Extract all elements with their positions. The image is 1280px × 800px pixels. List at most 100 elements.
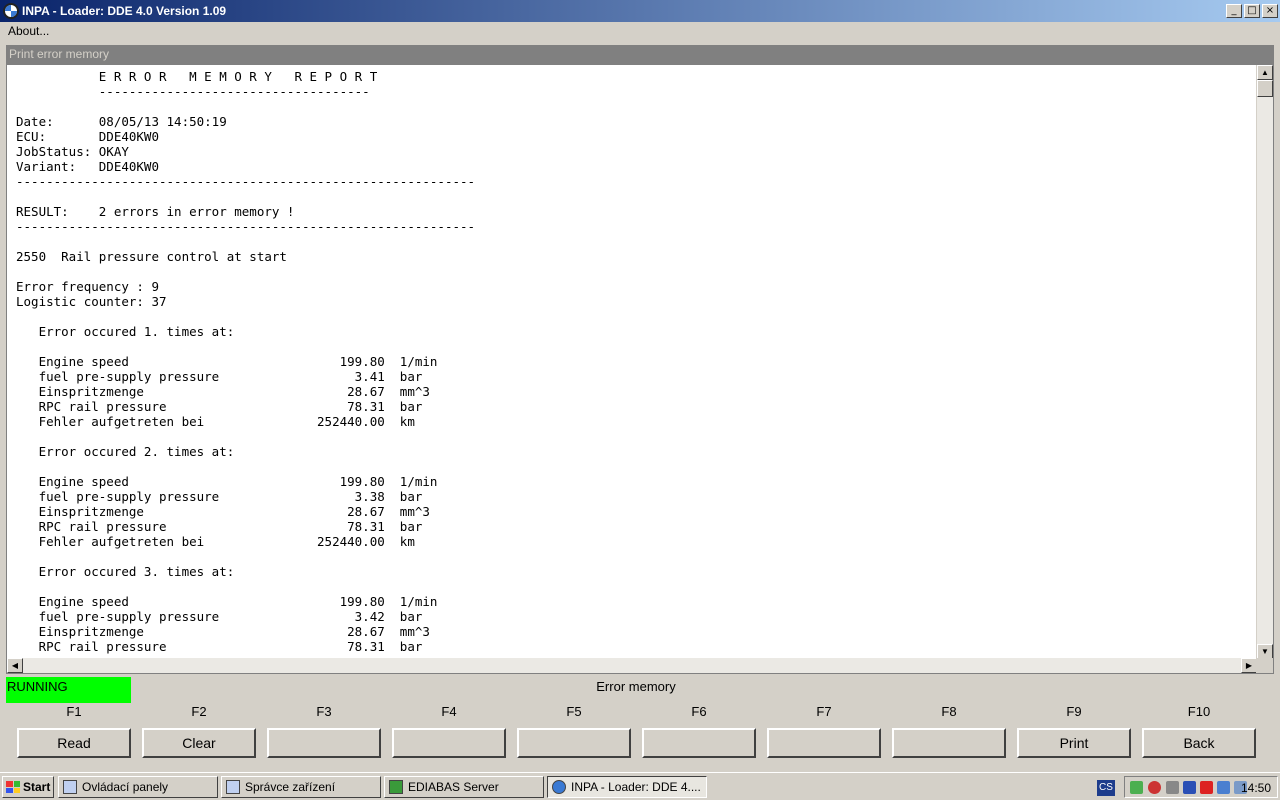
maximize-button[interactable]: □ — [1244, 4, 1260, 18]
report-line — [16, 189, 1254, 204]
report-line: Fehler aufgetreten bei 252440.00 km — [16, 534, 415, 549]
fkey-button-f7[interactable] — [767, 728, 881, 758]
fkey-button-f10[interactable]: Back — [1142, 728, 1256, 758]
report-line: Engine speed 199.80 1/min — [16, 354, 438, 369]
fkey-slot-f9: F9 Print — [1017, 703, 1131, 758]
window-controls: _ □ × — [1226, 4, 1278, 18]
vertical-scrollbar[interactable]: ▲ ▼ — [1256, 65, 1273, 659]
report-line — [16, 429, 1254, 444]
fkey-slot-f7: F7 — [767, 703, 881, 758]
report-line: Error occured 1. times at: — [16, 324, 235, 339]
taskbar: Start Ovládací panely Správce zařízení E… — [0, 772, 1280, 800]
scroll-left-button[interactable]: ◀ — [7, 658, 23, 673]
fkey-label: F3 — [316, 704, 332, 719]
status-title: Error memory — [596, 679, 676, 694]
fkey-label: F4 — [441, 704, 457, 719]
report-line: Error occured 3. times at: — [16, 564, 235, 579]
fkey-slot-f2: F2 Clear — [142, 703, 256, 758]
fkey-label: F7 — [816, 704, 832, 719]
clock: 14:50 — [1240, 781, 1271, 795]
report-line: RPC rail pressure 78.31 bar — [16, 639, 423, 654]
fkey-label: F5 — [566, 704, 582, 719]
bmw-logo-icon — [3, 3, 19, 19]
fkey-slot-f8: F8 — [892, 703, 1006, 758]
vertical-scroll-thumb[interactable] — [1257, 80, 1273, 97]
system-tray: CS 14:50 — [1097, 776, 1278, 798]
report-text: E R R O R M E M O R Y R E P O R T ------… — [16, 69, 1254, 657]
task-device-manager[interactable]: Správce zařízení — [221, 776, 381, 798]
task-label: EDIABAS Server — [408, 780, 499, 794]
report-line: fuel pre-supply pressure 3.42 bar — [16, 609, 423, 624]
fkey-button-f4[interactable] — [392, 728, 506, 758]
fkey-slot-f5: F5 — [517, 703, 631, 758]
scroll-right-button[interactable]: ▶ — [1241, 658, 1257, 673]
fkey-slot-f1: F1 Read — [17, 703, 131, 758]
task-ediabas-server[interactable]: EDIABAS Server — [384, 776, 544, 798]
function-key-bar: F1 Read F2 Clear F3 F4 F5 F6 F7 F8 F9 Print F10 Back — [0, 703, 1280, 767]
start-button[interactable]: Start — [2, 776, 54, 798]
report-line: Date: 08/05/13 14:50:19 — [16, 114, 227, 129]
report-line: RESULT: 2 errors in error memory ! — [16, 204, 295, 219]
start-label: Start — [23, 780, 51, 794]
fkey-button-f5[interactable] — [517, 728, 631, 758]
report-line: ------------------------------------ — [16, 84, 370, 99]
fkey-label: F10 — [1187, 704, 1211, 719]
control-panel-icon — [63, 780, 77, 794]
report-line: RPC rail pressure 78.31 bar — [16, 519, 423, 534]
fkey-button-f2[interactable]: Clear — [142, 728, 256, 758]
hardware-tray-icon[interactable] — [1166, 781, 1179, 794]
fkey-label: F2 — [191, 704, 207, 719]
fkey-button-f6[interactable] — [642, 728, 756, 758]
fkey-button-f1[interactable]: Read — [17, 728, 131, 758]
report-area: E R R O R M E M O R Y R E P O R T ------… — [6, 64, 1274, 674]
status-bar: RUNNING Error memory — [6, 677, 1274, 703]
monitor-tray-icon[interactable] — [1217, 781, 1230, 794]
task-label: Ovládací panely — [82, 780, 169, 794]
task-label: Správce zařízení — [245, 780, 336, 794]
horizontal-scrollbar[interactable]: ◀ ▶ — [7, 658, 1257, 673]
fkey-label: F1 — [66, 704, 82, 719]
close-button[interactable]: × — [1262, 4, 1278, 18]
network-tray-icon[interactable] — [1130, 781, 1143, 794]
fkey-label: F8 — [941, 704, 957, 719]
report-line: Variant: DDE40KW0 — [16, 159, 159, 174]
report-line: ----------------------------------------… — [16, 174, 476, 189]
panel-title: Print error memory — [6, 45, 1274, 64]
window-title: INPA - Loader: DDE 4.0 Version 1.09 — [22, 4, 227, 18]
report-line: Engine speed 199.80 1/min — [16, 594, 438, 609]
report-line: Error frequency : 9 — [16, 279, 159, 294]
minimize-button[interactable]: _ — [1226, 4, 1242, 18]
report-line: fuel pre-supply pressure 3.41 bar — [16, 369, 423, 384]
task-inpa-loader[interactable]: INPA - Loader: DDE 4.... — [547, 776, 707, 798]
report-line: Engine speed 199.80 1/min — [16, 474, 438, 489]
report-line — [16, 309, 1254, 324]
fkey-label: F6 — [691, 704, 707, 719]
report-line: 2550 Rail pressure control at start — [16, 249, 287, 264]
task-control-panel[interactable]: Ovládací panely — [58, 776, 218, 798]
report-line: Einspritzmenge 28.67 mm^3 — [16, 624, 430, 639]
task-label: INPA - Loader: DDE 4.... — [571, 780, 701, 794]
title-bar: INPA - Loader: DDE 4.0 Version 1.09 _ □ … — [0, 0, 1280, 22]
fkey-slot-f4: F4 — [392, 703, 506, 758]
security-tray-icon[interactable] — [1148, 781, 1161, 794]
windows-logo-icon — [6, 781, 20, 793]
report-line: Fehler aufgetreten bei 252440.00 km — [16, 414, 415, 429]
report-line — [16, 459, 1254, 474]
report-line — [16, 549, 1254, 564]
shield-tray-icon[interactable] — [1200, 781, 1213, 794]
fkey-slot-f3: F3 — [267, 703, 381, 758]
report-line: Error occured 2. times at: — [16, 444, 235, 459]
language-indicator[interactable]: CS — [1097, 780, 1115, 796]
report-line: Einspritzmenge 28.67 mm^3 — [16, 384, 430, 399]
report-line: RPC rail pressure 78.31 bar — [16, 399, 423, 414]
usb-tray-icon[interactable] — [1183, 781, 1196, 794]
report-line — [16, 264, 1254, 279]
fkey-button-f8[interactable] — [892, 728, 1006, 758]
scroll-down-button[interactable]: ▼ — [1257, 644, 1273, 659]
report-line: Einspritzmenge 28.67 mm^3 — [16, 504, 430, 519]
fkey-button-f9[interactable]: Print — [1017, 728, 1131, 758]
report-line — [16, 234, 1254, 249]
fkey-button-f3[interactable] — [267, 728, 381, 758]
scroll-up-button[interactable]: ▲ — [1257, 65, 1273, 80]
menu-about[interactable]: About... — [8, 24, 49, 38]
